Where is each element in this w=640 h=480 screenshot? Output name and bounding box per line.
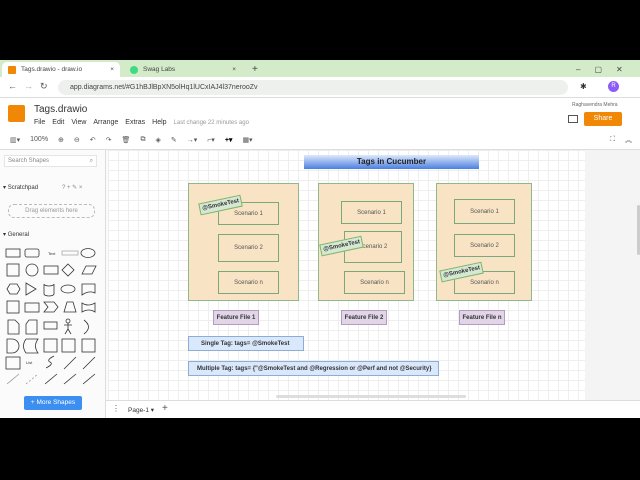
maximize-icon[interactable]: ▢: [594, 65, 602, 74]
scenario-box[interactable]: Scenario n: [218, 271, 279, 294]
multiple-tag-note[interactable]: Multiple Tag: tags= {"@SmokeTest and @Re…: [188, 361, 439, 376]
drawio-app: Tags.drawio File Edit View Arrange Extra…: [0, 98, 640, 418]
file-title[interactable]: Tags.drawio: [34, 104, 87, 115]
menu-help[interactable]: Help: [152, 119, 166, 126]
window-controls[interactable]: – ▢ ✕: [570, 62, 629, 77]
menu-arrange[interactable]: Arrange: [93, 119, 118, 126]
drawio-favicon: [8, 65, 16, 74]
connection-icon[interactable]: →▾: [187, 136, 198, 144]
shapes-sidebar: Search Shapes ⌕ ▾ Scratchpad ? + ✎ × Drag…: [0, 150, 106, 418]
address-bar-row: ← → ↻ app.diagrams.net/#G1hBJlBpXN5olHq1…: [0, 77, 640, 98]
profile-avatar[interactable]: R: [608, 81, 619, 92]
toolbar: ▥▾ 100% ⊕ ⊖ ↶ ↷ 🗑 ⧉ ◈ ✎ →▾ ⌐▾ +▾ ▦▾ ⛶ ︽: [0, 130, 640, 150]
zoom-in-icon[interactable]: ⊕: [58, 136, 64, 144]
feature-file-1-label[interactable]: Feature File 1: [213, 310, 259, 325]
scenario-box[interactable]: Scenario 2: [454, 234, 515, 257]
user-name[interactable]: Raghavendra Mehra: [572, 102, 618, 108]
tab-title: Swag Labs: [143, 66, 176, 73]
forward-icon[interactable]: →: [24, 81, 33, 91]
page-tabs-bar: ⋮ Page-1 ▾ +: [106, 400, 640, 418]
more-shapes-button[interactable]: + More Shapes: [24, 396, 82, 410]
app-header: Tags.drawio File Edit View Arrange Extra…: [0, 98, 640, 130]
scenario-box[interactable]: Scenario 2: [218, 234, 279, 262]
delete-icon[interactable]: 🗑: [122, 136, 131, 144]
waypoints-icon[interactable]: ⌐▾: [207, 136, 215, 144]
search-shapes-input[interactable]: Search Shapes ⌕: [4, 155, 97, 167]
reload-icon[interactable]: ↻: [40, 81, 48, 92]
svg-text:Text: Text: [48, 251, 56, 256]
diagram-canvas[interactable]: Tags in Cucumber Scenario 1 Scenario 2 S…: [108, 150, 585, 400]
extensions-icon[interactable]: ✱: [580, 82, 587, 91]
add-page-icon[interactable]: +: [162, 403, 168, 414]
to-front-icon[interactable]: ⧉: [140, 136, 145, 144]
fullscreen-icon[interactable]: ⛶: [610, 136, 615, 144]
scenario-box[interactable]: Scenario n: [344, 271, 405, 294]
pages-menu-icon[interactable]: ⋮: [112, 404, 120, 413]
share-label: Share: [593, 115, 613, 122]
url-input[interactable]: app.diagrams.net/#G1hBJlBpXN5olHq1lUCxIA…: [58, 80, 568, 95]
close-window-icon[interactable]: ✕: [616, 65, 623, 74]
feature-file-2-label[interactable]: Feature File 2: [341, 310, 387, 325]
minimize-icon[interactable]: –: [576, 65, 580, 74]
scratchpad-actions[interactable]: ? + ✎ ×: [62, 184, 82, 191]
menu-view[interactable]: View: [71, 119, 86, 126]
feature-file-n-box[interactable]: Scenario 1 Scenario 2 Scenario n @SmokeT…: [436, 183, 532, 301]
page-tab[interactable]: Page-1 ▾: [128, 406, 154, 414]
format-panel-icon[interactable]: ▥▾: [10, 136, 20, 144]
general-label: General: [7, 232, 30, 238]
browser-tab-bar: Tags.drawio - draw.io × Swag Labs × + – ▢ ✕: [0, 60, 640, 77]
swag-favicon: [130, 65, 138, 74]
tab-swag-labs[interactable]: Swag Labs ×: [124, 62, 242, 77]
menu-extras[interactable]: Extras: [125, 119, 145, 126]
zoom-out-icon[interactable]: ⊖: [74, 136, 80, 144]
general-header[interactable]: ▾ General: [3, 231, 29, 238]
table-icon[interactable]: ▦▾: [242, 136, 252, 144]
scratchpad-header[interactable]: ▾ Scratchpad: [3, 184, 38, 191]
collapse-icon[interactable]: ︽: [625, 135, 632, 145]
insert-icon[interactable]: +▾: [225, 136, 233, 144]
drawio-logo: [8, 105, 25, 122]
search-placeholder: Search Shapes: [8, 158, 50, 164]
horizontal-scrollbar[interactable]: [276, 395, 466, 398]
line-color-icon[interactable]: ✎: [171, 136, 177, 144]
scratchpad-drop-zone[interactable]: Drag elements here: [8, 204, 95, 218]
scenario-box[interactable]: Scenario 1: [454, 199, 515, 224]
feature-file-n-label[interactable]: Feature File n: [459, 310, 505, 325]
zoom-select[interactable]: 100%: [30, 136, 48, 143]
close-icon[interactable]: ×: [110, 66, 114, 73]
svg-text:List: List: [26, 360, 33, 365]
fill-color-icon[interactable]: ◈: [155, 136, 160, 144]
feature-file-2-box[interactable]: Scenario 1 Scenario 2 Scenario n @SmokeT…: [318, 183, 414, 301]
menu-file[interactable]: File: [34, 119, 45, 126]
back-icon[interactable]: ←: [8, 81, 17, 91]
diagram-title[interactable]: Tags in Cucumber: [304, 155, 479, 169]
tab-drawio[interactable]: Tags.drawio - draw.io ×: [2, 62, 120, 77]
comments-icon[interactable]: [568, 115, 578, 123]
scratchpad-label: Scratchpad: [7, 185, 39, 191]
general-shapes-palette[interactable]: Text List: [4, 246, 100, 388]
share-button[interactable]: Share: [584, 112, 622, 126]
close-icon[interactable]: ×: [232, 66, 236, 73]
tab-title: Tags.drawio - draw.io: [21, 66, 83, 73]
redo-icon[interactable]: ↷: [106, 136, 112, 144]
scenario-box[interactable]: Scenario 1: [341, 201, 402, 224]
menu-edit[interactable]: Edit: [52, 119, 64, 126]
single-tag-note[interactable]: Single Tag: tags= @SmokeTest: [188, 336, 304, 351]
new-tab-button[interactable]: +: [246, 62, 264, 77]
menu-bar: File Edit View Arrange Extras Help Last …: [34, 119, 249, 126]
page-tab-label: Page-1: [128, 407, 149, 414]
feature-file-1-box[interactable]: Scenario 1 Scenario 2 Scenario n @SmokeT…: [188, 183, 299, 301]
undo-icon[interactable]: ↶: [90, 136, 96, 144]
search-icon[interactable]: ⌕: [90, 158, 93, 165]
right-margin: [585, 150, 640, 400]
last-change[interactable]: Last change 22 minutes ago: [174, 120, 249, 126]
